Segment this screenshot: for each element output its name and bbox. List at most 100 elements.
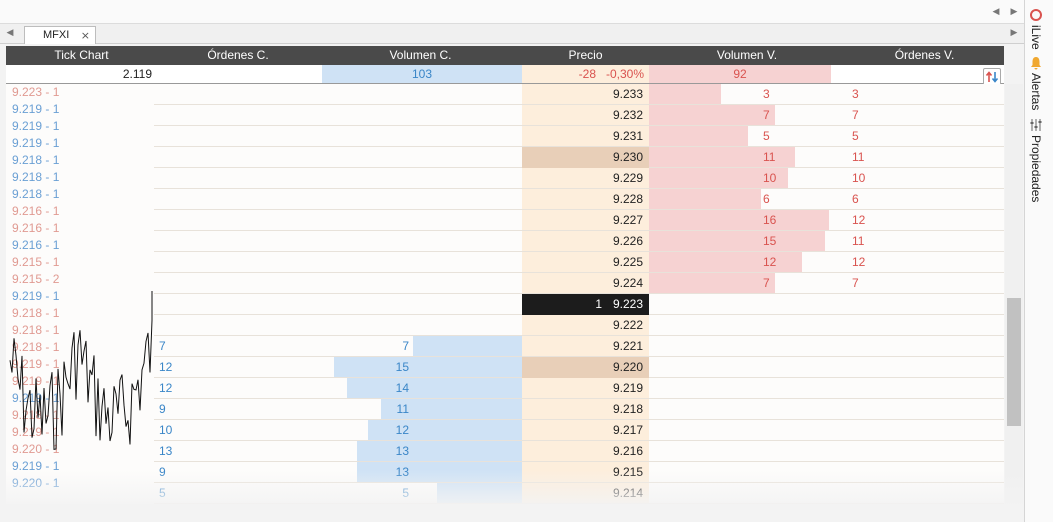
row-divider — [154, 335, 1004, 336]
tick-entry: 9.218 - 1 — [12, 187, 60, 201]
price-cell[interactable]: 9.229 — [522, 171, 643, 185]
last-trade-qty: 1 — [595, 297, 602, 311]
tab-label: MFXI — [43, 29, 70, 41]
price-cell[interactable]: 9.232 — [522, 108, 643, 122]
row-divider — [154, 188, 1004, 189]
sell-orders: 5 — [852, 129, 859, 143]
sell-orders: 12 — [852, 255, 866, 269]
sell-orders: 10 — [852, 171, 866, 185]
price-cell[interactable]: 9.230 — [522, 150, 643, 164]
header-buy-orders[interactable]: Órdenes C. — [157, 46, 319, 65]
price-cell[interactable]: 9.218 — [522, 402, 643, 416]
price-cell[interactable]: 9.219 — [522, 381, 643, 395]
tick-entry: 9.219 - 1 — [12, 119, 60, 133]
order-book-grid: 9.223 - 1 9.219 - 1 9.219 - 1 9.219 - 1 9.21… — [6, 84, 1004, 504]
price-cell[interactable]: 9.233 — [522, 87, 643, 101]
buy-volume[interactable]: 5 — [322, 486, 409, 500]
buy-orders: 12 — [159, 381, 173, 395]
total-buy-volume: 103 — [322, 65, 522, 83]
sell-orders: 7 — [852, 108, 859, 122]
price-cell[interactable]: 9.227 — [522, 213, 643, 227]
swap-arrows-icon — [985, 71, 999, 83]
tick-entry: 9.216 - 1 — [12, 238, 60, 252]
row-divider — [154, 104, 1004, 105]
price-cell[interactable]: 9.220 — [522, 360, 643, 374]
sell-orders: 11 — [852, 234, 865, 248]
summary-row: 2.119 103 -28 -0,30% 92 — [6, 65, 1004, 86]
row-divider — [154, 272, 1004, 273]
tab-scroll-left-icon[interactable]: ◀ — [4, 27, 16, 39]
row-divider — [154, 482, 1004, 483]
buy-volume[interactable]: 14 — [322, 381, 409, 395]
buy-orders: 9 — [159, 465, 166, 479]
row-divider — [154, 230, 1004, 231]
price-cell[interactable]: 9.228 — [522, 192, 643, 206]
row-divider — [154, 461, 1004, 462]
buy-orders: 12 — [159, 360, 173, 374]
price-cell[interactable]: 9.231 — [522, 129, 643, 143]
sell-orders: 12 — [852, 213, 866, 227]
price-cell[interactable]: 9.221 — [522, 339, 643, 353]
tick-entry: 9.215 - 1 — [12, 255, 60, 269]
ilive-label: iLive — [1029, 25, 1043, 50]
tab-strip: ◀ MFXI × ▶ — [0, 24, 1024, 44]
buy-orders: 10 — [159, 423, 173, 437]
row-divider — [154, 440, 1004, 441]
buy-orders: 7 — [159, 339, 166, 353]
sliders-icon — [1030, 119, 1042, 131]
buy-orders: 9 — [159, 402, 166, 416]
row-divider — [154, 251, 1004, 252]
row-divider — [154, 503, 1004, 504]
price-cell[interactable]: 9.217 — [522, 423, 643, 437]
buy-volume[interactable]: 15 — [322, 360, 409, 374]
buy-volume[interactable]: 12 — [322, 423, 409, 437]
tick-chart — [9, 291, 153, 451]
alerts-tab[interactable]: Alertas — [1029, 56, 1051, 116]
buy-volume-bar — [437, 483, 522, 503]
price-cell[interactable]: 9.222 — [522, 318, 643, 332]
tab-mfxi[interactable]: MFXI × — [24, 26, 96, 44]
price-cell[interactable]: 9.214 — [522, 486, 643, 500]
price-cell[interactable]: 9.225 — [522, 255, 643, 269]
tab-scroll-right-icon[interactable]: ▶ — [1008, 27, 1020, 39]
alerts-label: Alertas — [1029, 73, 1043, 111]
scroll-left-icon[interactable]: ◀ — [990, 6, 1002, 18]
scroll-right-icon[interactable]: ▶ — [1008, 6, 1020, 18]
column-header: Tick Chart Órdenes C. Volumen C. Precio … — [6, 46, 1004, 65]
buy-orders: 13 — [159, 444, 173, 458]
properties-tab[interactable]: Propiedades — [1029, 118, 1051, 210]
tick-entry: 9.218 - 1 — [12, 170, 60, 184]
row-divider — [154, 398, 1004, 399]
price-cell[interactable]: 9.224 — [522, 276, 643, 290]
price-change: -28 — [578, 67, 596, 81]
header-price[interactable]: Precio — [522, 46, 649, 65]
header-sell-orders[interactable]: Órdenes V. — [845, 46, 1004, 65]
tick-entry: 9.216 - 1 — [12, 221, 60, 235]
tick-value: 2.119 — [122, 67, 152, 81]
sell-orders: 3 — [852, 87, 859, 101]
buy-orders: 5 — [159, 486, 166, 500]
row-divider — [154, 419, 1004, 420]
close-icon[interactable]: × — [81, 27, 90, 44]
tick-entry: 9.219 - 1 — [12, 102, 60, 116]
tick-entry: 9.219 - 1 — [12, 136, 60, 150]
buy-volume-bar — [413, 336, 522, 356]
scrollbar-thumb[interactable] — [1007, 298, 1021, 426]
buy-volume[interactable]: 13 — [322, 444, 409, 458]
price-cell[interactable]: 9.215 — [522, 465, 643, 479]
price-cell[interactable]: 9.216 — [522, 444, 643, 458]
buy-volume[interactable]: 7 — [322, 339, 409, 353]
row-divider — [154, 125, 1004, 126]
bell-icon — [1031, 57, 1041, 70]
header-sell-volume[interactable]: Volumen V. — [649, 46, 845, 65]
row-divider — [154, 209, 1004, 210]
side-panel: iLive Alertas Propiedades — [1024, 0, 1053, 522]
sell-orders: 7 — [852, 276, 859, 290]
header-buy-volume[interactable]: Volumen C. — [319, 46, 522, 65]
buy-volume[interactable]: 13 — [322, 465, 409, 479]
header-tick-chart[interactable]: Tick Chart — [6, 46, 157, 65]
buy-volume[interactable]: 11 — [322, 402, 409, 416]
tick-entry: 9.215 - 2 — [12, 272, 60, 286]
price-cell[interactable]: 9.226 — [522, 234, 643, 248]
sell-orders: 11 — [852, 150, 865, 164]
